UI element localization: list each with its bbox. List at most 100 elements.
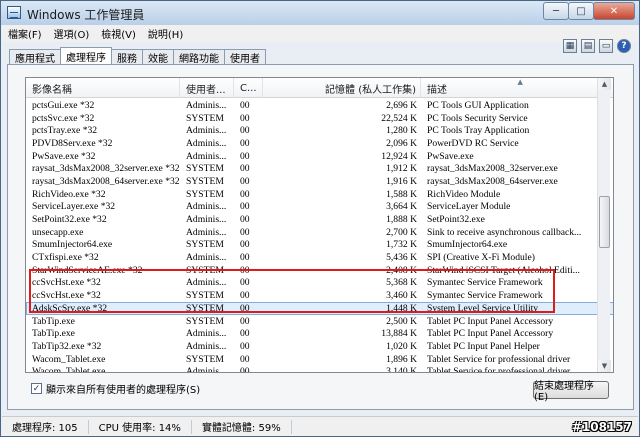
cell-description: PC Tools Tray Application	[427, 125, 530, 137]
table-row[interactable]: TabTip32.exe *32 Adminis... 00 1,020 K Table…	[26, 340, 613, 353]
cell-memory: 2,096 K	[386, 137, 417, 149]
show-all-checkbox[interactable]: ✓	[31, 383, 42, 394]
cell-user-name: SYSTEM	[186, 188, 224, 200]
tab-processes[interactable]: 處理程序	[60, 47, 112, 64]
process-rows: pctsGui.exe *32 Adminis... 00 2,696 K PC Too…	[26, 99, 613, 373]
cell-user-name: Adminis...	[186, 226, 227, 238]
table-row[interactable]: RichVideo.exe *32 SYSTEM 00 1,588 K RichVide…	[26, 188, 613, 201]
tab-users[interactable]: 使用者	[224, 49, 266, 65]
scroll-down-icon[interactable]: ▼	[598, 360, 611, 372]
cell-memory: 3,664 K	[386, 201, 417, 213]
process-list[interactable]: 影像名稱 使用者... C... 記憶體 (私人工作集) 描述 ▲ pctsGu…	[25, 77, 614, 373]
cell-memory: 1,888 K	[386, 214, 417, 226]
cell-cpu: 00	[240, 340, 250, 352]
cell-cpu: 00	[240, 150, 250, 162]
show-all-processes-option[interactable]: ✓ 顯示來自所有使用者的處理程序(S)	[31, 381, 200, 396]
cell-image-name: SmumInjector64.exe	[32, 239, 113, 251]
cell-memory: 5,436 K	[386, 252, 417, 264]
cell-description: PwSave.exe	[427, 150, 474, 162]
list-header: 影像名稱 使用者... C... 記憶體 (私人工作集) 描述 ▲	[26, 78, 613, 98]
cell-description: Tablet PC Input Panel Helper	[427, 340, 540, 352]
menu-options[interactable]: 選項(O)	[54, 26, 90, 41]
header-description[interactable]: 描述 ▲	[421, 78, 613, 98]
cell-memory: 2,700 K	[386, 226, 417, 238]
scroll-up-icon[interactable]: ▲	[598, 78, 611, 90]
cell-memory: 2,696 K	[386, 99, 417, 111]
table-row[interactable]: unsecapp.exe Adminis... 00 2,700 K Sink to r…	[26, 226, 613, 239]
title-bar[interactable]: Windows 工作管理員 ─ □ ✕	[1, 1, 639, 25]
keyboard-icon[interactable]: ▭	[599, 39, 613, 53]
tab-applications[interactable]: 應用程式	[9, 49, 61, 65]
cell-cpu: 00	[240, 353, 250, 365]
table-row[interactable]: PwSave.exe *32 Adminis... 00 12,924 K PwSave…	[26, 150, 613, 163]
cell-description: raysat_3dsMax2008_32server.exe	[427, 163, 558, 175]
toolbar-icons: ▦ ▤ ▭ ?	[563, 39, 631, 53]
cell-description: SmumInjector64.exe	[427, 239, 508, 251]
menu-file[interactable]: 檔案(F)	[8, 26, 42, 41]
cell-user-name: SYSTEM	[186, 315, 224, 327]
table-row[interactable]: raysat_3dsMax2008_64server.exe *32 SYSTEM…	[26, 175, 613, 188]
tab-services[interactable]: 服務	[111, 49, 143, 65]
table-row[interactable]: Wacom_Tablet.exe SYSTEM 00 1,896 K Tablet Se…	[26, 353, 613, 366]
end-process-button[interactable]: 結束處理程序(E)	[533, 381, 609, 403]
header-user-name[interactable]: 使用者...	[180, 78, 234, 98]
cell-memory: 1,020 K	[386, 340, 417, 352]
tab-performance[interactable]: 效能	[142, 49, 174, 65]
cell-memory: 2,500 K	[386, 315, 417, 327]
cell-image-name: pctsSvc.exe *32	[32, 112, 95, 124]
table-row[interactable]: pctsGui.exe *32 Adminis... 00 2,696 K PC Too…	[26, 99, 613, 112]
header-image-name[interactable]: 影像名稱	[26, 78, 180, 98]
cell-description: SPI (Creative X-Fi Module)	[427, 252, 535, 264]
scroll-thumb[interactable]	[599, 196, 610, 248]
cell-image-name: Wacom_Tablet.exe	[32, 366, 106, 373]
header-cpu[interactable]: C...	[234, 78, 263, 98]
cell-image-name: CTxfispi.exe *32	[32, 252, 99, 264]
cell-cpu: 00	[240, 214, 250, 226]
maximize-button[interactable]: □	[568, 2, 594, 20]
close-button[interactable]: ✕	[593, 2, 635, 20]
cell-image-name: pctsGui.exe *32	[32, 99, 95, 111]
table-row[interactable]: pctsSvc.exe *32 SYSTEM 00 22,524 K PC Tools …	[26, 112, 613, 125]
table-row[interactable]: raysat_3dsMax2008_32server.exe *32 SYSTEM…	[26, 162, 613, 175]
cell-user-name: Adminis...	[186, 252, 227, 264]
table-row[interactable]: TabTip.exe Adminis... 00 13,884 K Tablet PC …	[26, 327, 613, 340]
table-row[interactable]: Wacom_Tablet.exe Adminis... 00 3,140 K Table…	[26, 365, 613, 373]
table-row[interactable]: pctsTray.exe *32 Adminis... 00 1,280 K PC To…	[26, 124, 613, 137]
cell-image-name: unsecapp.exe	[32, 226, 84, 238]
vertical-scrollbar[interactable]: ▲ ▼	[597, 78, 611, 372]
cell-image-name: raysat_3dsMax2008_32server.exe *32	[32, 163, 180, 175]
cell-memory: 1,280 K	[386, 125, 417, 137]
table-row[interactable]: SmumInjector64.exe SYSTEM 00 1,732 K SmumInj…	[26, 239, 613, 252]
cell-user-name: Adminis...	[186, 150, 227, 162]
tab-networking[interactable]: 網路功能	[173, 49, 225, 65]
table-row[interactable]: SetPoint32.exe *32 Adminis... 00 1,888 K Set…	[26, 213, 613, 226]
table-row[interactable]: CTxfispi.exe *32 Adminis... 00 5,436 K SPI (…	[26, 251, 613, 264]
cell-user-name: Adminis...	[186, 125, 227, 137]
watermark: #108157	[571, 420, 632, 434]
window-title: Windows 工作管理員	[27, 8, 145, 22]
cell-description: RichVideo Module	[427, 188, 501, 200]
header-memory[interactable]: 記憶體 (私人工作集)	[263, 78, 421, 98]
cell-image-name: Wacom_Tablet.exe	[32, 353, 106, 365]
table-row[interactable]: TabTip.exe SYSTEM 00 2,500 K Tablet PC Input…	[26, 315, 613, 328]
red-highlight-box	[29, 269, 555, 313]
table-row[interactable]: PDVD8Serv.exe *32 Adminis... 00 2,096 K Powe…	[26, 137, 613, 150]
cell-cpu: 00	[240, 99, 250, 111]
document-icon[interactable]: ▤	[581, 39, 595, 53]
header-description-label: 描述	[427, 84, 447, 96]
cell-description: Sink to receive asynchronous callback...	[427, 226, 582, 238]
menu-help[interactable]: 說明(H)	[148, 26, 183, 41]
cell-cpu: 00	[240, 188, 250, 200]
menu-view[interactable]: 檢視(V)	[101, 26, 136, 41]
cell-image-name: PDVD8Serv.exe *32	[32, 137, 113, 149]
flag-icon[interactable]: ▦	[563, 39, 577, 53]
cell-memory: 1,588 K	[386, 188, 417, 200]
minimize-button[interactable]: ─	[543, 2, 569, 20]
cell-image-name: RichVideo.exe *32	[32, 188, 106, 200]
cell-user-name: Adminis...	[186, 214, 227, 226]
cell-cpu: 00	[240, 366, 250, 373]
help-icon[interactable]: ?	[617, 39, 631, 53]
cell-cpu: 00	[240, 315, 250, 327]
table-row[interactable]: ServiceLayer.exe *32 Adminis... 00 3,664 K S…	[26, 201, 613, 214]
cell-user-name: Adminis...	[186, 201, 227, 213]
